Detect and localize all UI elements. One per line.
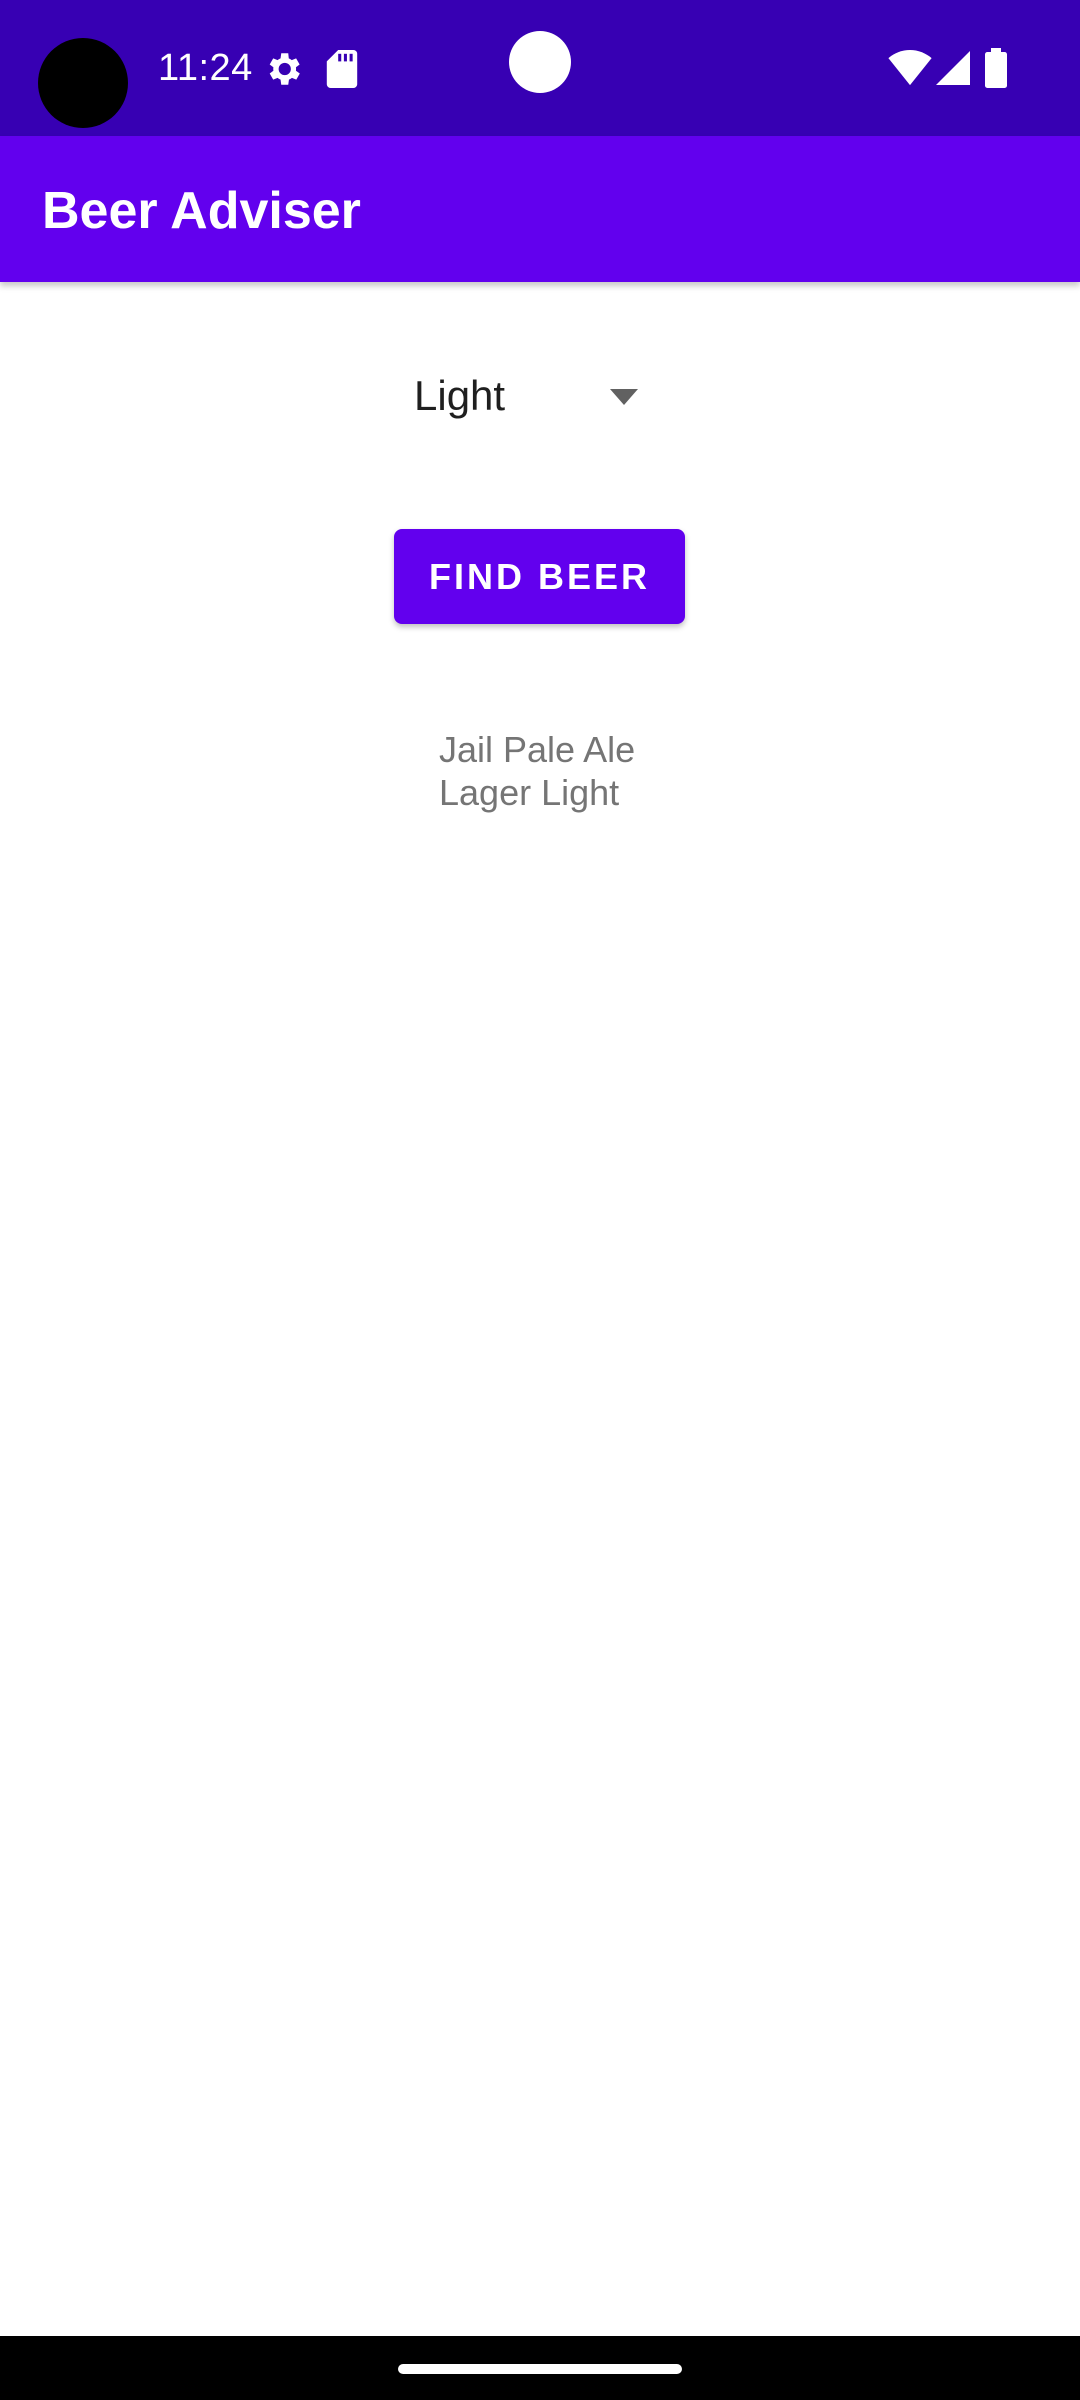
screen: 11:24 Beer Adviser Light FIND BEER Jail … [0,0,1080,2400]
sdcard-icon [326,50,358,88]
find-beer-button[interactable]: FIND BEER [394,529,685,624]
navigation-bar [0,2336,1080,2400]
status-time: 11:24 [158,47,253,89]
settings-icon [269,53,300,85]
home-handle[interactable] [398,2364,682,2374]
front-camera-dot [509,31,571,93]
battery-icon [985,48,1007,88]
app-title: Beer Adviser [42,182,361,240]
results-text: Jail Pale Ale Lager Light [439,728,799,814]
result-item: Lager Light [439,772,620,813]
spinner-selected-value: Light [414,372,506,419]
result-item: Jail Pale Ale [439,729,636,770]
app-bar: Beer Adviser [0,136,1080,282]
dropdown-arrow-icon [610,389,638,405]
signal-icon [936,51,970,85]
beer-color-spinner[interactable]: Light [400,358,660,442]
wifi-icon [888,50,932,86]
camera-cutout [38,38,128,128]
status-bar: 11:24 [0,0,1080,136]
